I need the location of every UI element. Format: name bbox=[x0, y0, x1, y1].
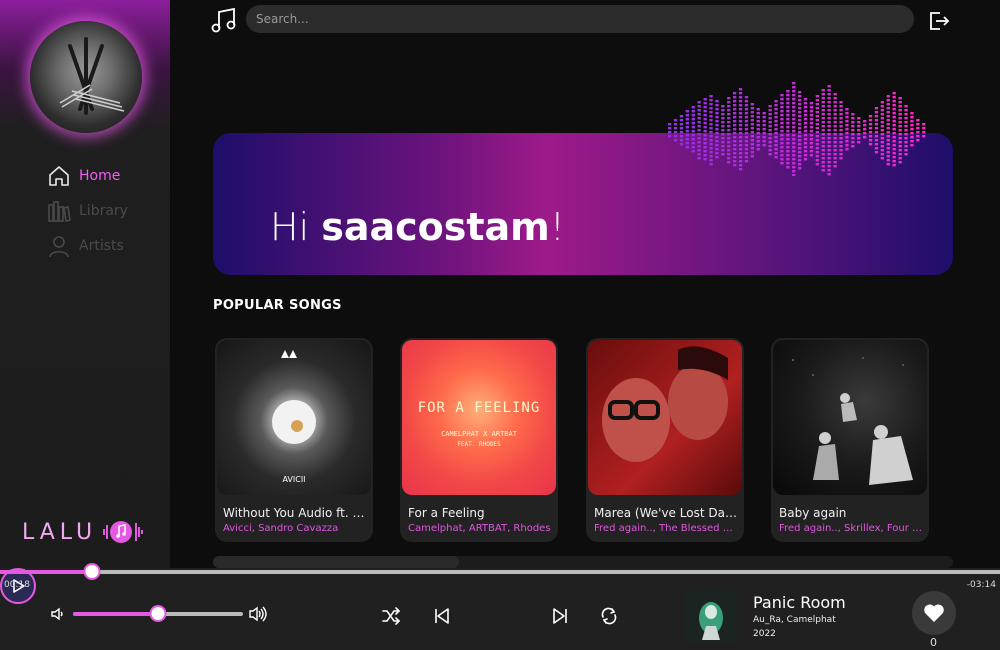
sidebar: Home Library Artists LALU bbox=[0, 0, 170, 568]
hero-username: saacostam bbox=[321, 205, 550, 249]
song-card[interactable]: FOR A FEELING CAMELPHAT X ARTBAT FEAT. R… bbox=[400, 338, 558, 542]
horizontal-scrollbar[interactable] bbox=[213, 556, 953, 568]
app-logo[interactable]: LALU bbox=[22, 512, 144, 552]
song-artist[interactable]: Avicci, Sandro Cavazza bbox=[223, 523, 367, 534]
like-button[interactable] bbox=[912, 591, 956, 635]
logo-text: LALU bbox=[22, 519, 98, 545]
time-elapsed: 00:18 bbox=[4, 580, 30, 590]
library-icon bbox=[48, 201, 71, 222]
heart-icon bbox=[924, 604, 944, 622]
waveform-graphic bbox=[668, 82, 926, 176]
sidebar-item-label: Artists bbox=[79, 238, 124, 254]
song-artist[interactable]: Camelphat, ARTBAT, Rhodes bbox=[408, 523, 552, 534]
song-artist[interactable]: Fred again.., The Blessed Madonna bbox=[594, 523, 738, 534]
sidebar-item-label: Library bbox=[79, 203, 128, 219]
album-art-subcaption: FEAT. RHODES bbox=[457, 441, 501, 448]
sidebar-item-library[interactable]: Library bbox=[47, 198, 128, 224]
volume-slider[interactable] bbox=[73, 605, 243, 622]
repeat-icon[interactable] bbox=[599, 606, 619, 626]
avatar[interactable] bbox=[30, 21, 142, 133]
hero-greeting: Hi saacostam! bbox=[270, 205, 566, 249]
album-art: FOR A FEELING CAMELPHAT X ARTBAT FEAT. R… bbox=[402, 340, 556, 495]
sidebar-item-home[interactable]: Home bbox=[47, 163, 120, 189]
album-art bbox=[588, 340, 742, 495]
section-title: POPULAR SONGS bbox=[213, 298, 342, 313]
now-playing-year: 2022 bbox=[753, 629, 776, 639]
volume-up-icon[interactable] bbox=[248, 605, 268, 623]
previous-icon[interactable] bbox=[432, 606, 452, 626]
song-title: For a Feeling bbox=[408, 506, 485, 520]
music-note-icon[interactable] bbox=[210, 6, 238, 34]
song-card[interactable]: AVICII Without You Audio ft. Sandro Cava… bbox=[215, 338, 373, 542]
volume-knob[interactable] bbox=[149, 605, 167, 622]
song-card[interactable]: Marea (We've Lost Dancing) Fred again..,… bbox=[586, 338, 744, 542]
time-remaining: -03:14 bbox=[966, 580, 996, 590]
volume-down-icon[interactable] bbox=[50, 606, 66, 622]
progress-bar[interactable] bbox=[0, 563, 1000, 580]
album-art bbox=[773, 340, 927, 495]
volume-fill bbox=[73, 612, 158, 616]
now-playing-art[interactable] bbox=[684, 590, 738, 644]
progress-fill bbox=[0, 570, 92, 574]
album-art: AVICII bbox=[217, 340, 371, 495]
sidebar-item-artists[interactable]: Artists bbox=[47, 233, 124, 259]
song-title: Baby again bbox=[779, 506, 847, 520]
now-playing-title: Panic Room bbox=[753, 593, 846, 612]
progress-knob[interactable] bbox=[83, 563, 101, 580]
scrollbar-thumb[interactable] bbox=[213, 556, 459, 568]
player-bar: 00:18 -03:14 Panic Room Au_Ra, Camelphat… bbox=[0, 563, 1000, 650]
home-icon bbox=[49, 166, 69, 186]
shuffle-icon[interactable] bbox=[381, 606, 401, 626]
song-title: Without You Audio ft. Sandro Cavazza bbox=[223, 506, 367, 520]
song-card[interactable]: Baby again Fred again.., Skrillex, Four … bbox=[771, 338, 929, 542]
song-title: Marea (We've Lost Dancing) bbox=[594, 506, 738, 520]
logout-icon[interactable] bbox=[928, 10, 950, 32]
sidebar-item-label: Home bbox=[79, 168, 121, 184]
album-art-caption: FOR A FEELING bbox=[418, 400, 541, 416]
now-playing-artist: Au_Ra, Camelphat bbox=[753, 615, 836, 625]
album-art-caption: AVICII bbox=[282, 475, 305, 484]
user-icon bbox=[49, 236, 69, 258]
search-input[interactable] bbox=[246, 5, 914, 33]
album-art-subcaption: CAMELPHAT X ARTBAT bbox=[441, 430, 518, 438]
like-count: 0 bbox=[930, 636, 937, 649]
logo-waveform-icon bbox=[103, 521, 144, 543]
next-icon[interactable] bbox=[550, 606, 570, 626]
app-root: Home Library Artists LALU Search... Hi s… bbox=[0, 0, 1000, 650]
song-artist[interactable]: Fred again.., Skrillex, Four Tet bbox=[779, 523, 923, 534]
